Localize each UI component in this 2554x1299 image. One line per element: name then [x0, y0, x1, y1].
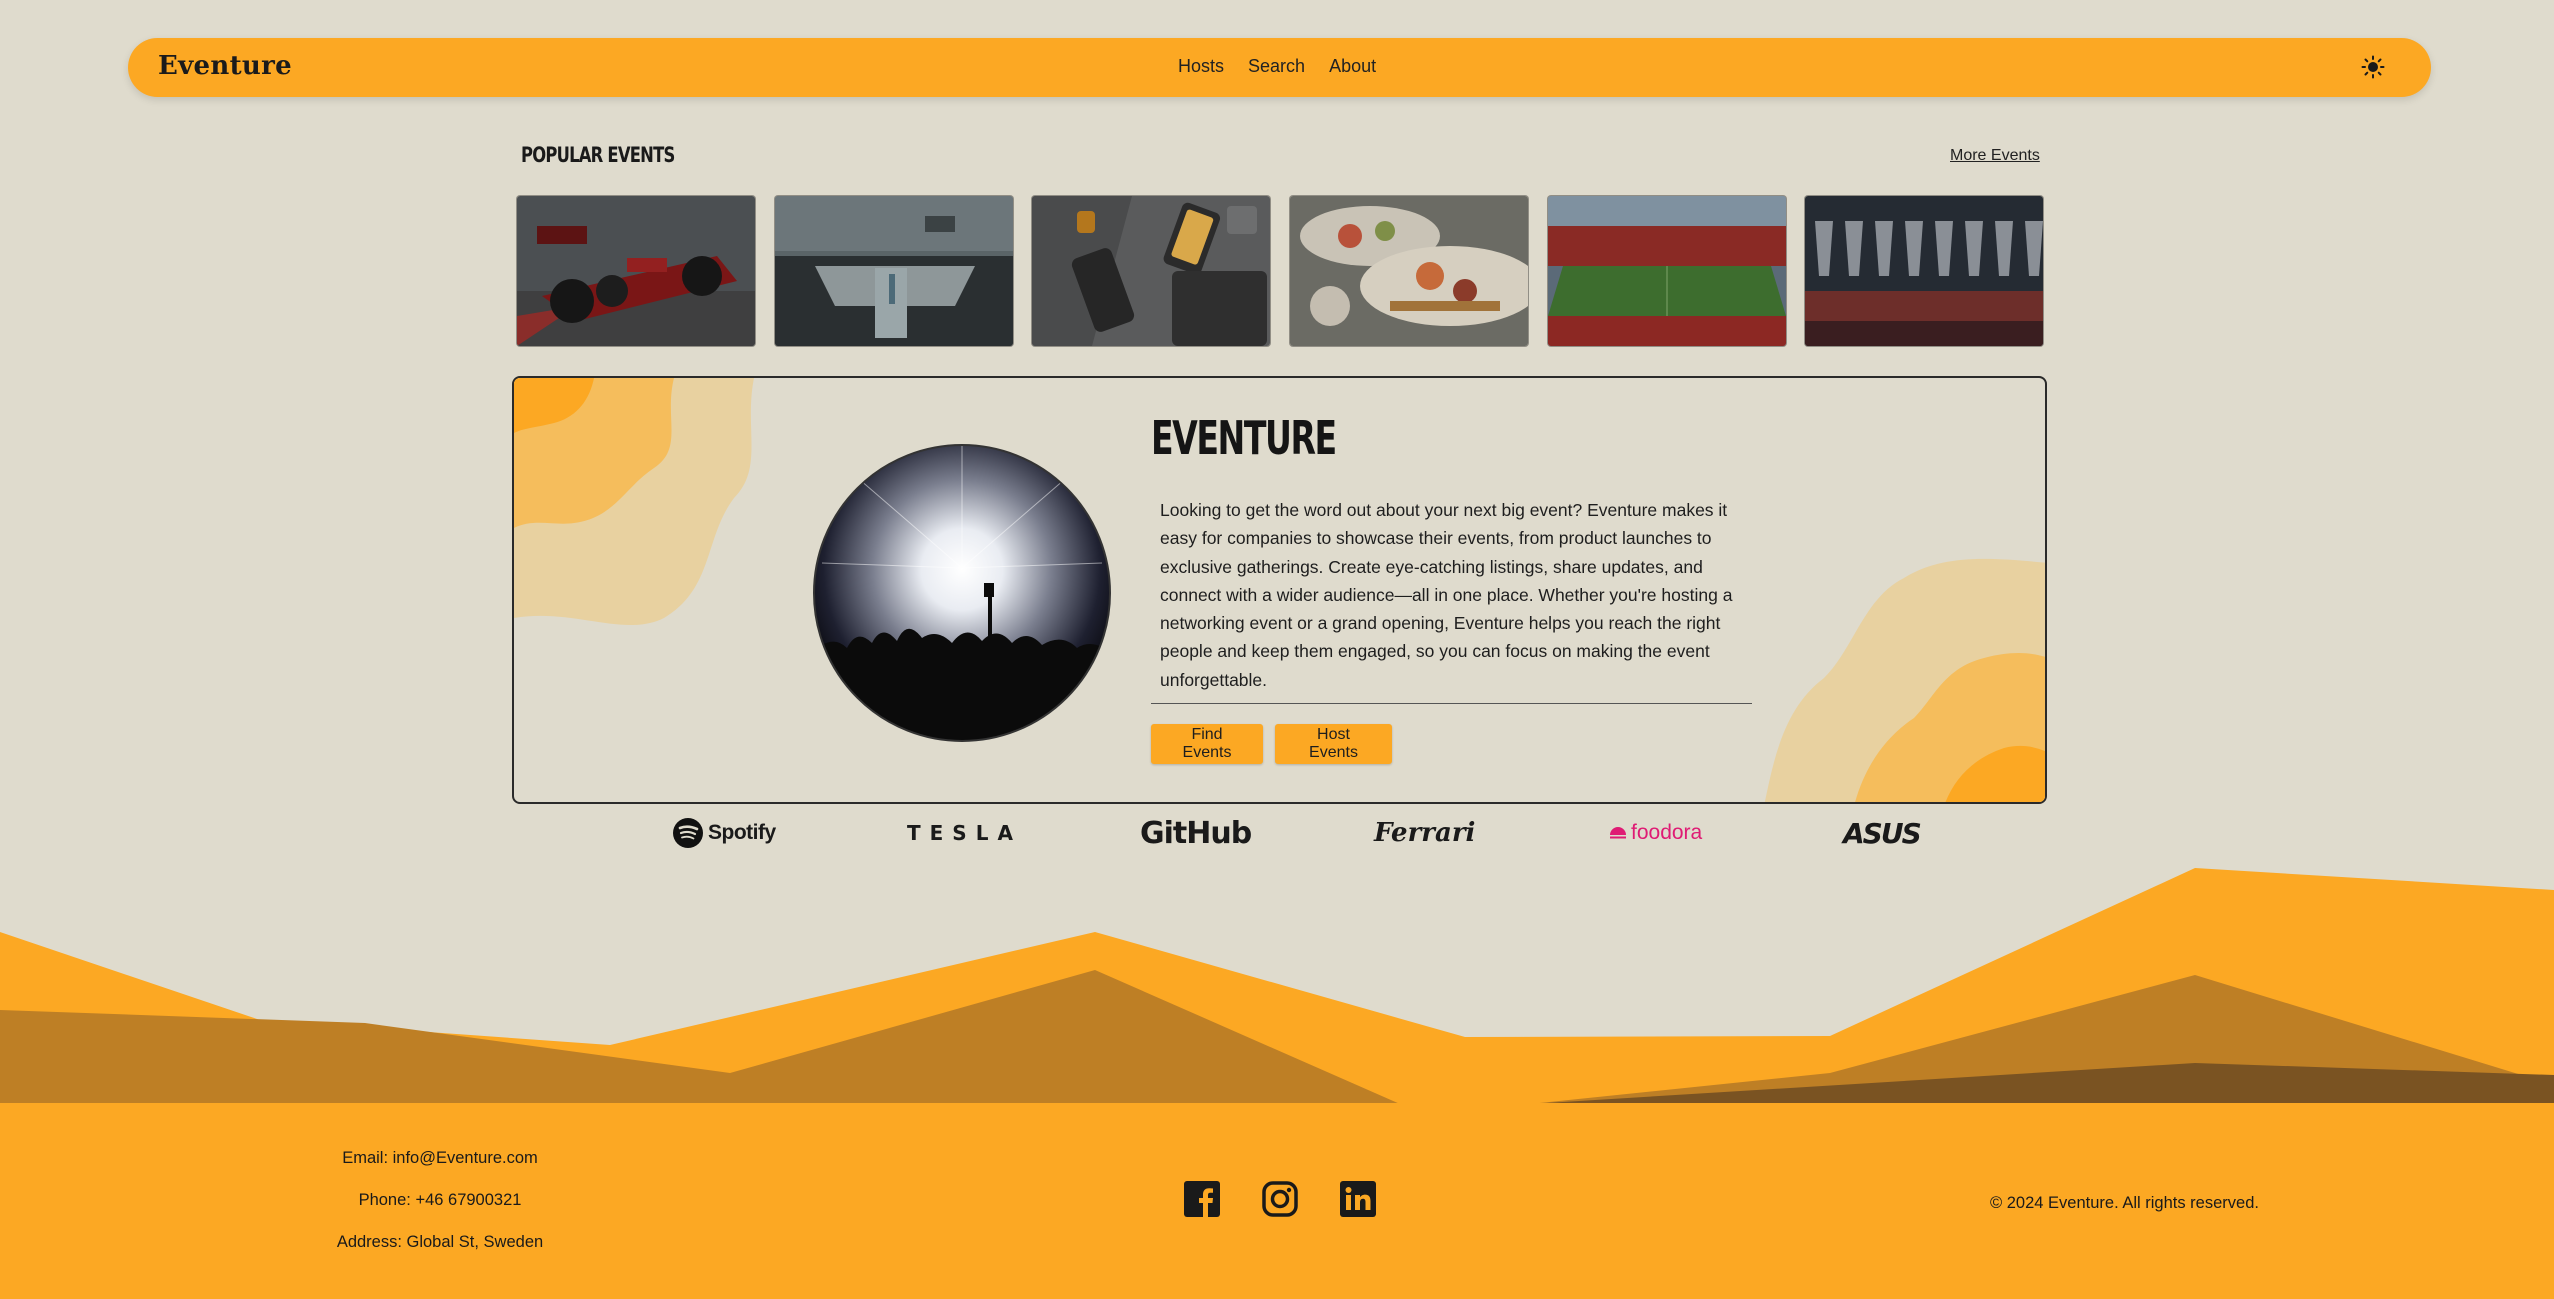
apple-devices-image [1032, 196, 1270, 346]
spotify-logo-text: Spotify [708, 821, 776, 844]
stadium-image [1548, 196, 1786, 346]
hero-title: EVENTURE [1151, 411, 1337, 465]
instagram-icon[interactable] [1261, 1180, 1299, 1218]
hero-description: Looking to get the word out about your n… [1160, 500, 1733, 690]
tesla-logo-text: TESLA [907, 821, 1022, 845]
ferrari-logo: Ferrari [1374, 817, 1475, 849]
hero-divider [1151, 703, 1752, 704]
contact-address: Address: Global St, Sweden [336, 1233, 544, 1251]
nav-link-about[interactable]: About [1329, 56, 1376, 77]
formula-one-car-image [517, 196, 755, 346]
contact-info: Email: info@Eventure.com Phone: +46 6790… [290, 1149, 590, 1275]
brand-logo[interactable]: Eventure [158, 51, 292, 81]
top-navbar: Eventure Hosts Search About [128, 38, 2431, 97]
host-events-button[interactable]: Host Events [1275, 724, 1392, 764]
event-card-tech-devices[interactable] [1032, 196, 1270, 346]
tesla-logo: TESLA [907, 817, 1022, 849]
sun-icon[interactable] [2361, 55, 2385, 79]
contact-email[interactable]: Email: info@Eventure.com [290, 1149, 590, 1191]
facebook-icon[interactable] [1183, 1180, 1221, 1218]
nav-links: Hosts Search About [1178, 56, 1376, 77]
linkedin-icon[interactable] [1339, 1180, 1377, 1218]
more-events-link[interactable]: More Events [1950, 147, 2040, 165]
contact-phone: Phone: +46 67900321 [358, 1191, 522, 1209]
wine-glasses-image [1805, 196, 2043, 346]
concert-crowd-image [813, 444, 1111, 742]
ferrari-logo-text: Ferrari [1374, 818, 1476, 848]
find-events-button[interactable]: Find Events [1151, 724, 1263, 764]
asus-logo: ASUS [1843, 816, 1922, 850]
nav-link-hosts[interactable]: Hosts [1178, 56, 1224, 77]
asus-logo-text: ASUS [1843, 816, 1922, 850]
mountain-decoration [0, 868, 2554, 1104]
car-interior-image [775, 196, 1013, 346]
github-logo-text: GitHub [1140, 815, 1252, 851]
event-card-stadium[interactable] [1548, 196, 1786, 346]
github-logo: GitHub [1140, 815, 1252, 851]
social-links [1183, 1180, 1377, 1218]
spotify-logo: Spotify [672, 817, 776, 849]
foodora-logo-text: foodora [1631, 821, 1703, 844]
popular-events-title: POPULAR EVENTS [521, 143, 675, 167]
event-card-wine[interactable] [1805, 196, 2043, 346]
footer: Email: info@Eventure.com Phone: +46 6790… [0, 1103, 2554, 1299]
partner-logos: Spotify TESLA GitHub Ferrari foodora ASU… [512, 805, 2047, 860]
foodora-logo: foodora [1608, 817, 1702, 849]
spotify-icon [673, 818, 703, 848]
event-card-car-interior[interactable] [775, 196, 1013, 346]
event-card-formula-one[interactable] [517, 196, 755, 346]
nav-link-search[interactable]: Search [1248, 56, 1305, 77]
hero-section: EVENTURE Looking to get the word out abo… [512, 376, 2047, 804]
sushi-platter-image [1290, 196, 1528, 346]
copyright-text: © 2024 Eventure. All rights reserved. [1990, 1194, 2259, 1212]
foodora-icon [1610, 827, 1626, 839]
event-card-sushi[interactable] [1290, 196, 1528, 346]
